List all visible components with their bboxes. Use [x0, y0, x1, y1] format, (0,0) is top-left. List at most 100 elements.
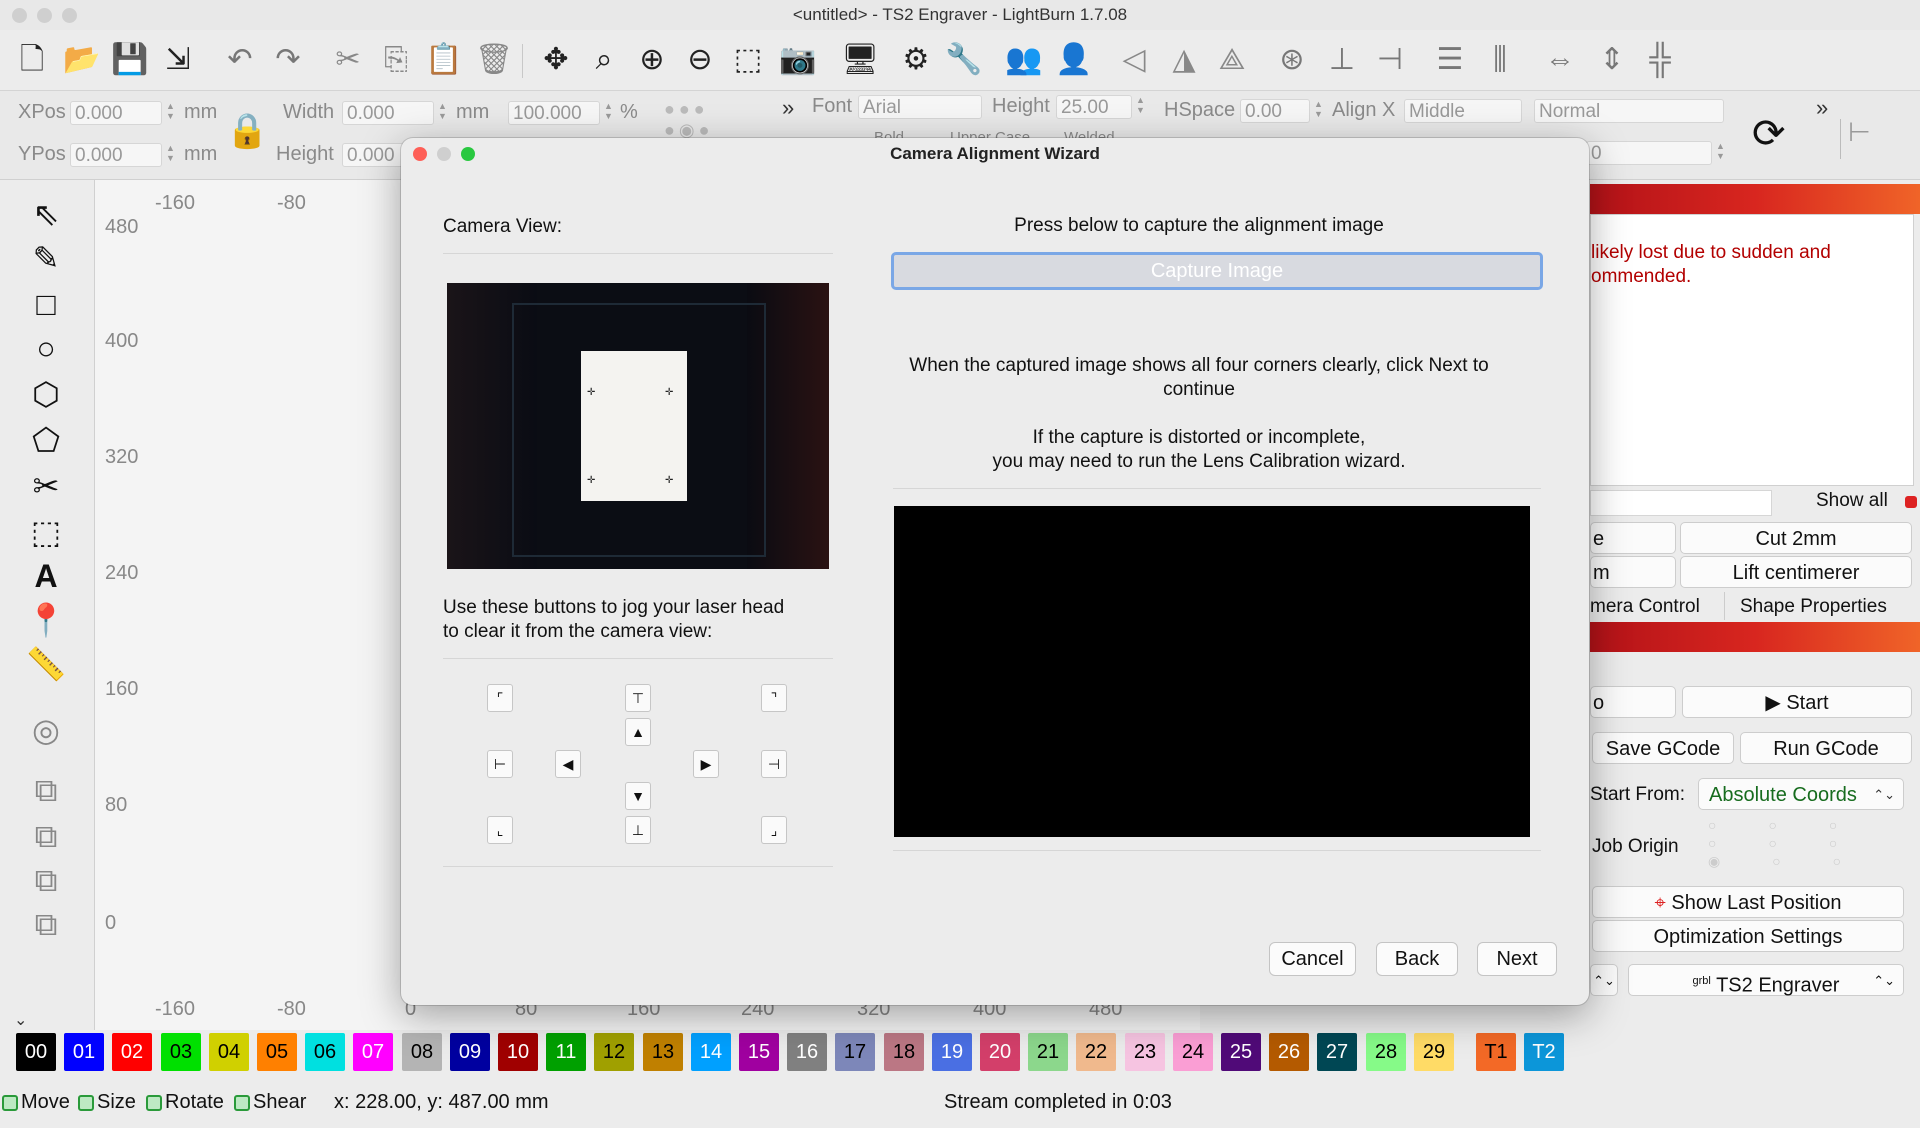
optimization-settings-button[interactable]: Optimization Settings: [1592, 920, 1904, 952]
palette-swatch[interactable]: 19: [932, 1033, 972, 1071]
boolean-intersect-icon[interactable]: ⧉: [24, 860, 68, 900]
tab-shape-properties[interactable]: Shape Properties: [1740, 596, 1887, 618]
ungroup-icon[interactable]: 👤: [1054, 40, 1094, 80]
right-value-field[interactable]: 0: [1586, 141, 1712, 165]
flip-horizontal-icon[interactable]: ◁: [1114, 40, 1154, 80]
palette-swatch[interactable]: 12: [594, 1033, 634, 1071]
zoom-out-icon[interactable]: ⊖: [680, 40, 720, 80]
text-tool-icon[interactable]: A: [24, 556, 68, 596]
palette-swatch[interactable]: 22: [1076, 1033, 1116, 1071]
width-field[interactable]: 0.000: [342, 101, 434, 125]
measure-tool-icon[interactable]: 📏: [24, 644, 68, 684]
jog-middle-left-button[interactable]: ⊢: [487, 750, 513, 778]
macro-button-m[interactable]: m: [1590, 556, 1676, 588]
run-gcode-button[interactable]: Run GCode: [1740, 732, 1912, 764]
polygon-tool-icon[interactable]: ⬡: [24, 374, 68, 414]
palette-swatch[interactable]: 16: [787, 1033, 827, 1071]
palette-swatch[interactable]: 06: [305, 1033, 345, 1071]
refresh-icon[interactable]: ⟳: [1752, 111, 1786, 157]
lift-centimeter-button[interactable]: Lift centimerer: [1680, 556, 1912, 588]
distribute-h-icon[interactable]: ☰: [1430, 40, 1470, 80]
settings-icon[interactable]: ⚙: [896, 40, 936, 80]
more-chevron-icon[interactable]: »: [782, 95, 794, 121]
text-style-select[interactable]: Normal: [1534, 99, 1724, 123]
font-select[interactable]: Arial: [858, 95, 982, 119]
delete-icon[interactable]: 🗑: [474, 40, 514, 80]
align-middle-icon[interactable]: ⊣: [1370, 40, 1410, 80]
group-icon[interactable]: 👥: [1004, 40, 1044, 80]
palette-swatch[interactable]: 20: [980, 1033, 1020, 1071]
show-all-toggle-icon[interactable]: [1905, 496, 1917, 508]
palette-swatch[interactable]: 24: [1173, 1033, 1213, 1071]
jog-top-center-button[interactable]: ⊤: [625, 684, 651, 712]
zoom-fit-icon[interactable]: ⌕: [584, 40, 624, 80]
right-value-stepper[interactable]: ▲ ▼: [1716, 141, 1726, 161]
hspace-stepper[interactable]: ▲ ▼: [1314, 99, 1324, 119]
palette-swatch[interactable]: T1: [1476, 1033, 1516, 1071]
tools-icon[interactable]: 🔧: [944, 40, 984, 80]
mirror-icon[interactable]: ◮: [1164, 40, 1204, 80]
undo-icon[interactable]: ↶: [220, 40, 260, 80]
macro-button-e[interactable]: e: [1590, 522, 1676, 554]
boolean-subtract-icon[interactable]: ⧉: [24, 816, 68, 856]
move-view-icon[interactable]: ✥: [536, 40, 576, 80]
cut-2mm-button[interactable]: Cut 2mm: [1680, 522, 1912, 554]
frame-selection-icon[interactable]: ⬚: [728, 40, 768, 80]
palette-swatch[interactable]: 11: [546, 1033, 586, 1071]
start-button[interactable]: ▶ Start: [1682, 686, 1912, 718]
device-select[interactable]: grbl TS2 Engraver ⌃⌄: [1628, 964, 1904, 997]
paste-icon[interactable]: 📋: [424, 40, 464, 80]
rectangle-tool-icon[interactable]: □: [24, 284, 68, 324]
palette-swatch[interactable]: T2: [1524, 1033, 1564, 1071]
offset-tool-icon[interactable]: ◎: [24, 710, 68, 750]
font-height-field[interactable]: 25.00: [1056, 95, 1132, 119]
jog-right-button[interactable]: ▶: [693, 750, 719, 778]
anchor-pin-icon[interactable]: ⊢: [1848, 117, 1871, 148]
jog-left-button[interactable]: ◀: [555, 750, 581, 778]
palette-swatch[interactable]: 29: [1414, 1033, 1454, 1071]
xpos-stepper[interactable]: ▲ ▼: [166, 101, 176, 121]
palette-swatch[interactable]: 09: [450, 1033, 490, 1071]
scale-stepper[interactable]: ▲ ▼: [604, 101, 614, 121]
jog-bottom-right-button[interactable]: ⌟: [761, 816, 787, 844]
ellipse-tool-icon[interactable]: ○: [24, 328, 68, 368]
more-chevron-2-icon[interactable]: »: [1816, 95, 1828, 121]
zoom-in-icon[interactable]: ⊕: [632, 40, 672, 80]
pen-tool-icon[interactable]: ✎: [24, 238, 68, 278]
palette-swatch[interactable]: 21: [1028, 1033, 1068, 1071]
tab-camera-control[interactable]: mera Control: [1590, 596, 1700, 618]
palette-swatch[interactable]: 02: [112, 1033, 152, 1071]
align-center-icon[interactable]: ⊥: [1322, 40, 1362, 80]
mirror-across-line-icon[interactable]: ⟁: [1212, 40, 1252, 80]
cut-icon[interactable]: ✂: [328, 40, 368, 80]
move-checkbox[interactable]: Move: [2, 1091, 70, 1114]
xpos-field[interactable]: 0.000: [70, 101, 162, 125]
palette-swatch[interactable]: 01: [64, 1033, 104, 1071]
palette-swatch[interactable]: 17: [835, 1033, 875, 1071]
show-last-position-button[interactable]: ⌖ Show Last Position: [1592, 886, 1904, 918]
palette-swatch[interactable]: 05: [257, 1033, 297, 1071]
palette-swatch[interactable]: 27: [1317, 1033, 1357, 1071]
jog-bottom-left-button[interactable]: ⌞: [487, 816, 513, 844]
rotate-checkbox[interactable]: Rotate: [146, 1091, 224, 1114]
shape-tool-icon[interactable]: ⬠: [24, 420, 68, 460]
size-checkbox[interactable]: Size: [78, 1091, 136, 1114]
minimize-window-button[interactable]: [37, 8, 52, 23]
palette-swatch[interactable]: 14: [691, 1033, 731, 1071]
palette-swatch[interactable]: 23: [1125, 1033, 1165, 1071]
align-x-select[interactable]: Middle: [1404, 99, 1522, 123]
make-same-height-icon[interactable]: ⇕: [1592, 40, 1632, 80]
laser-button-o[interactable]: o: [1590, 686, 1676, 718]
dialog-minimize-button[interactable]: [437, 147, 451, 161]
expand-tools-icon[interactable]: ⌄: [14, 1010, 27, 1030]
height-field[interactable]: 0.000: [342, 143, 404, 167]
jog-top-left-button[interactable]: ⌜: [487, 684, 513, 712]
palette-swatch[interactable]: 13: [643, 1033, 683, 1071]
show-all-checkbox[interactable]: Show all: [1816, 490, 1888, 512]
palette-swatch[interactable]: 03: [161, 1033, 201, 1071]
trim-tool-icon[interactable]: ✂: [24, 466, 68, 506]
copy-icon[interactable]: ⎘: [376, 40, 416, 80]
palette-swatch[interactable]: 10: [498, 1033, 538, 1071]
hspace-field[interactable]: 0.00: [1240, 99, 1310, 123]
new-file-icon[interactable]: 🗋: [12, 40, 52, 80]
